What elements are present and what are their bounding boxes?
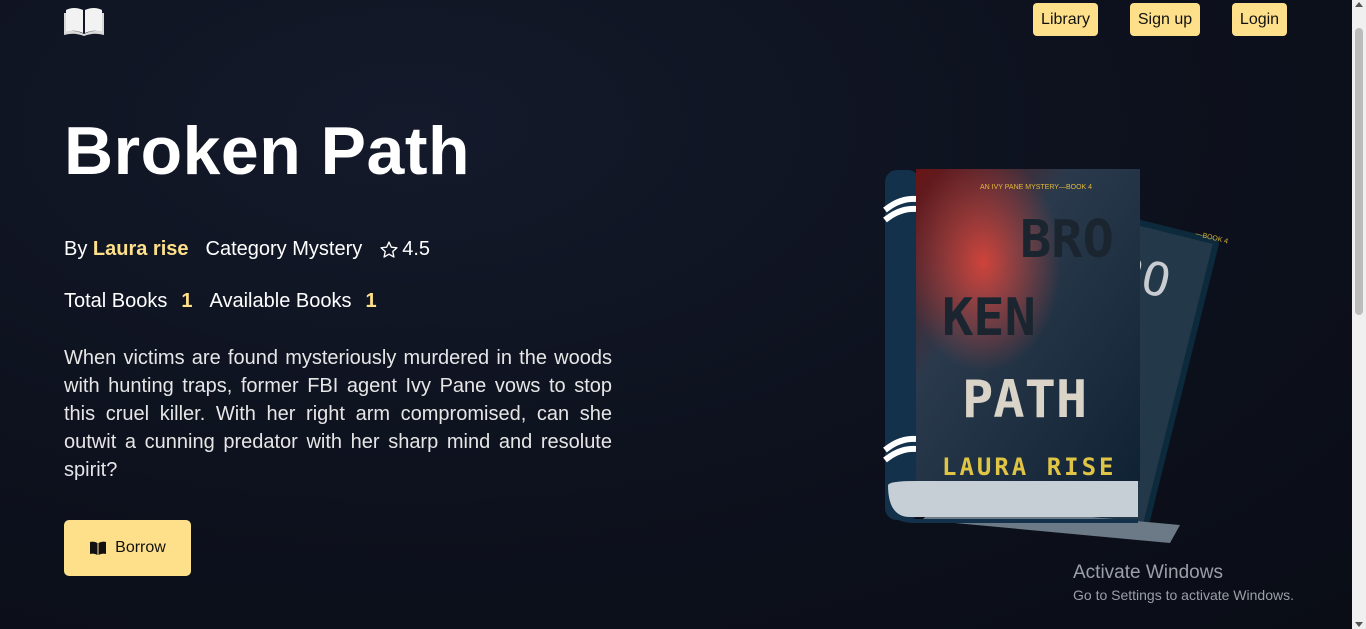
borrow-label: Borrow — [115, 539, 166, 556]
book-cover-illustration: —BOOK 4 RO SE AN IVY PANE MYSTERY—BOOK 4… — [880, 165, 1240, 565]
scroll-down-arrow-icon[interactable] — [1355, 622, 1363, 627]
watermark-line-1: Activate Windows — [1073, 562, 1223, 583]
scroll-thumb[interactable] — [1355, 28, 1363, 315]
nav-signup-button[interactable]: Sign up — [1130, 3, 1200, 36]
by-label: By — [64, 238, 88, 260]
category-value: Mystery — [292, 238, 363, 260]
total-books-value: 1 — [181, 290, 193, 312]
book-stats: Total Books 1 Available Books 1 — [64, 290, 377, 313]
cover-series-line: AN IVY PANE MYSTERY—BOOK 4 — [980, 184, 1092, 191]
vertical-scrollbar[interactable] — [1352, 0, 1366, 629]
nav-library-button[interactable]: Library — [1033, 3, 1098, 36]
author-name[interactable]: Laura rise — [93, 238, 189, 261]
available-books-value: 1 — [365, 290, 377, 312]
available-books-label: Available Books — [209, 290, 352, 312]
borrow-button[interactable]: Borrow — [64, 520, 191, 576]
book-title: Broken Path — [64, 113, 471, 189]
star-icon — [379, 240, 399, 260]
nav-login-button[interactable]: Login — [1232, 3, 1287, 36]
cover-author: LAURA RISE — [942, 453, 1117, 481]
logo-book-icon[interactable] — [64, 4, 104, 36]
book-description: When victims are found mysteriously murd… — [64, 347, 612, 481]
category-label: Category — [205, 238, 287, 260]
cover-title-line-1: BRO — [1020, 210, 1114, 270]
book-icon — [90, 541, 107, 555]
total-books-label: Total Books — [64, 290, 168, 312]
book-meta: By Laura rise Category Mystery 4.5 — [64, 238, 430, 261]
scroll-up-arrow-icon[interactable] — [1355, 2, 1363, 7]
rating-value: 4.5 — [402, 238, 431, 260]
watermark-line-2: Go to Settings to activate Windows. — [1073, 587, 1294, 603]
cover-title-line-3: PATH — [962, 370, 1087, 430]
cover-title-line-2: KEN — [942, 288, 1036, 348]
windows-activation-watermark: Activate Windows Go to Settings to activ… — [1073, 562, 1294, 603]
